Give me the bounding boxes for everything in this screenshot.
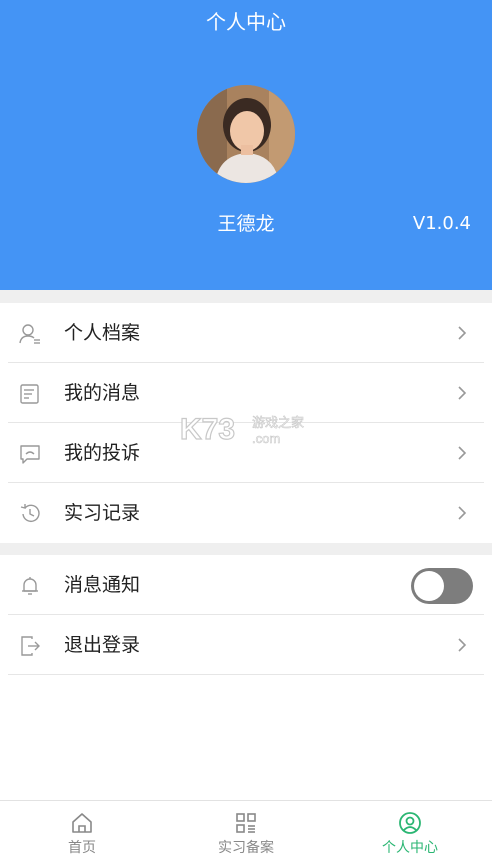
menu-item-label: 消息通知	[64, 574, 141, 596]
menu-item-internship-records[interactable]: 实习记录	[0, 483, 492, 543]
home-icon	[72, 813, 92, 833]
grid-icon	[236, 813, 256, 833]
menu-item-profile[interactable]: 个人档案	[0, 303, 492, 363]
tab-label: 实习备案	[218, 840, 274, 856]
watermark-domain: .com	[252, 431, 280, 446]
user-circle-icon	[399, 812, 421, 834]
menu-item-label: 个人档案	[64, 322, 141, 344]
bottom-tab-bar: 首页 实习备案 个人中心	[0, 800, 492, 858]
bell-icon	[22, 577, 38, 595]
chevron-right-icon	[458, 326, 467, 340]
chevron-right-icon	[458, 638, 467, 652]
tab-internship-filing[interactable]: 实习备案	[164, 801, 328, 858]
tab-label: 个人中心	[382, 840, 438, 856]
section-gap	[0, 543, 492, 555]
menu-item-label: 我的消息	[64, 382, 141, 404]
profile-header: 个人中心 王德龙 V1.0.4	[0, 0, 492, 290]
user-profile-icon	[19, 324, 40, 344]
app-version: V1.0.4	[412, 213, 471, 234]
tab-label: 首页	[68, 840, 96, 856]
menu-item-logout[interactable]: 退出登录	[0, 615, 492, 675]
chevron-right-icon	[458, 506, 467, 520]
chevron-right-icon	[458, 446, 467, 460]
divider	[8, 674, 484, 675]
tab-home[interactable]: 首页	[0, 801, 164, 858]
menu-item-notifications: 消息通知	[0, 555, 492, 615]
tab-profile[interactable]: 个人中心	[328, 801, 492, 858]
message-icon	[20, 384, 39, 404]
notification-toggle[interactable]	[411, 568, 473, 604]
watermark-brand: K73	[180, 413, 235, 446]
logout-icon	[21, 636, 40, 656]
chevron-right-icon	[458, 386, 467, 400]
watermark-logo: K73 游戏之家 .com	[179, 412, 304, 446]
watermark-text: 游戏之家	[252, 415, 304, 431]
history-icon	[20, 504, 40, 523]
page-title: 个人中心	[206, 10, 286, 34]
menu-item-label: 退出登录	[64, 634, 141, 656]
section-gap	[0, 290, 492, 303]
complaint-icon	[20, 445, 40, 464]
menu-item-label: 我的投诉	[64, 442, 141, 464]
avatar[interactable]	[197, 85, 295, 183]
toggle-knob	[414, 571, 444, 601]
menu-item-label: 实习记录	[64, 502, 141, 524]
